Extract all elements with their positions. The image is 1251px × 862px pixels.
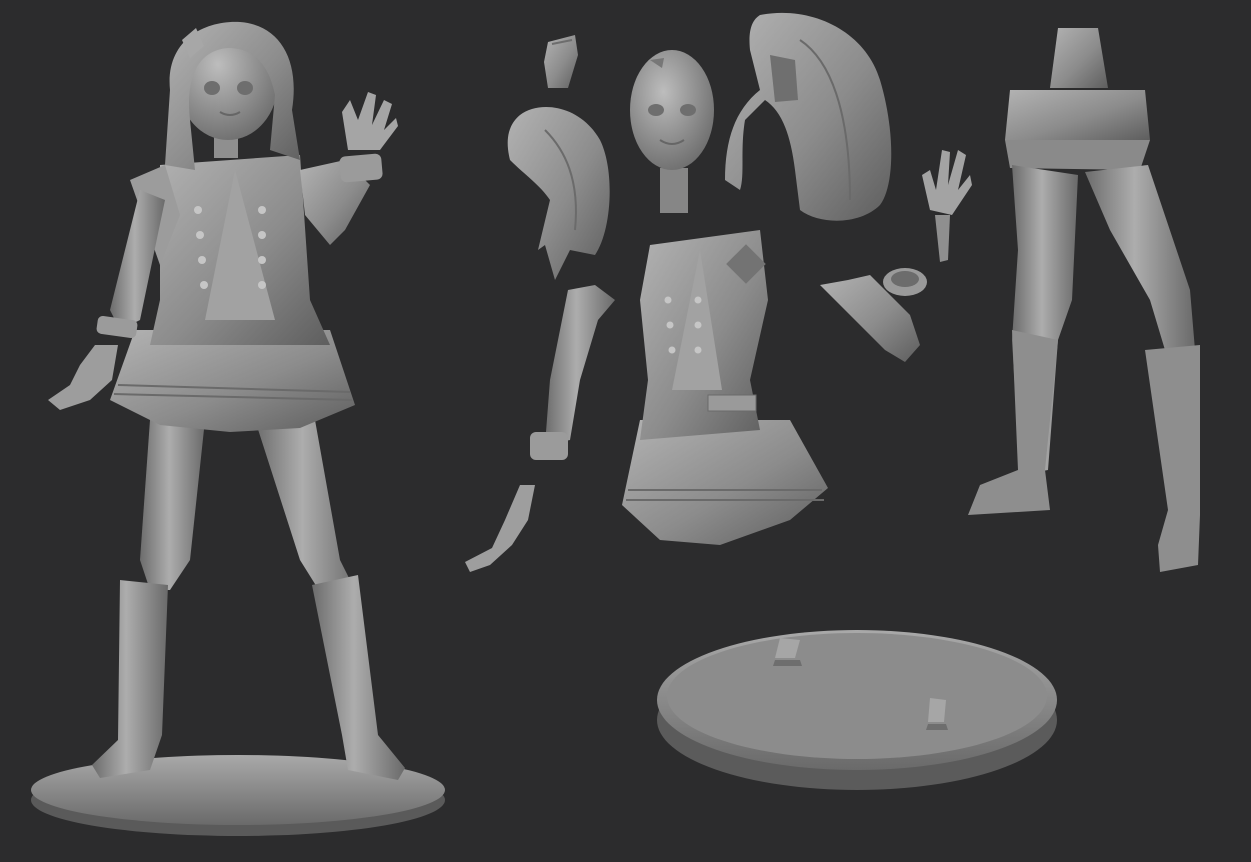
left-hand-raised-piece xyxy=(922,150,972,262)
head-piece xyxy=(630,50,714,213)
hair-back-piece xyxy=(725,12,892,221)
torso-skirt-piece xyxy=(622,230,828,545)
base-stand-piece xyxy=(657,630,1057,790)
right-arm-piece xyxy=(820,268,927,362)
sculpt-render xyxy=(31,12,1200,836)
hair-bun-piece xyxy=(544,35,578,88)
hair-side-piece xyxy=(507,107,610,280)
left-arm-piece xyxy=(465,285,615,572)
sculpt-viewport xyxy=(0,0,1251,862)
assembled-figure xyxy=(31,21,445,836)
legs-piece xyxy=(968,28,1200,572)
